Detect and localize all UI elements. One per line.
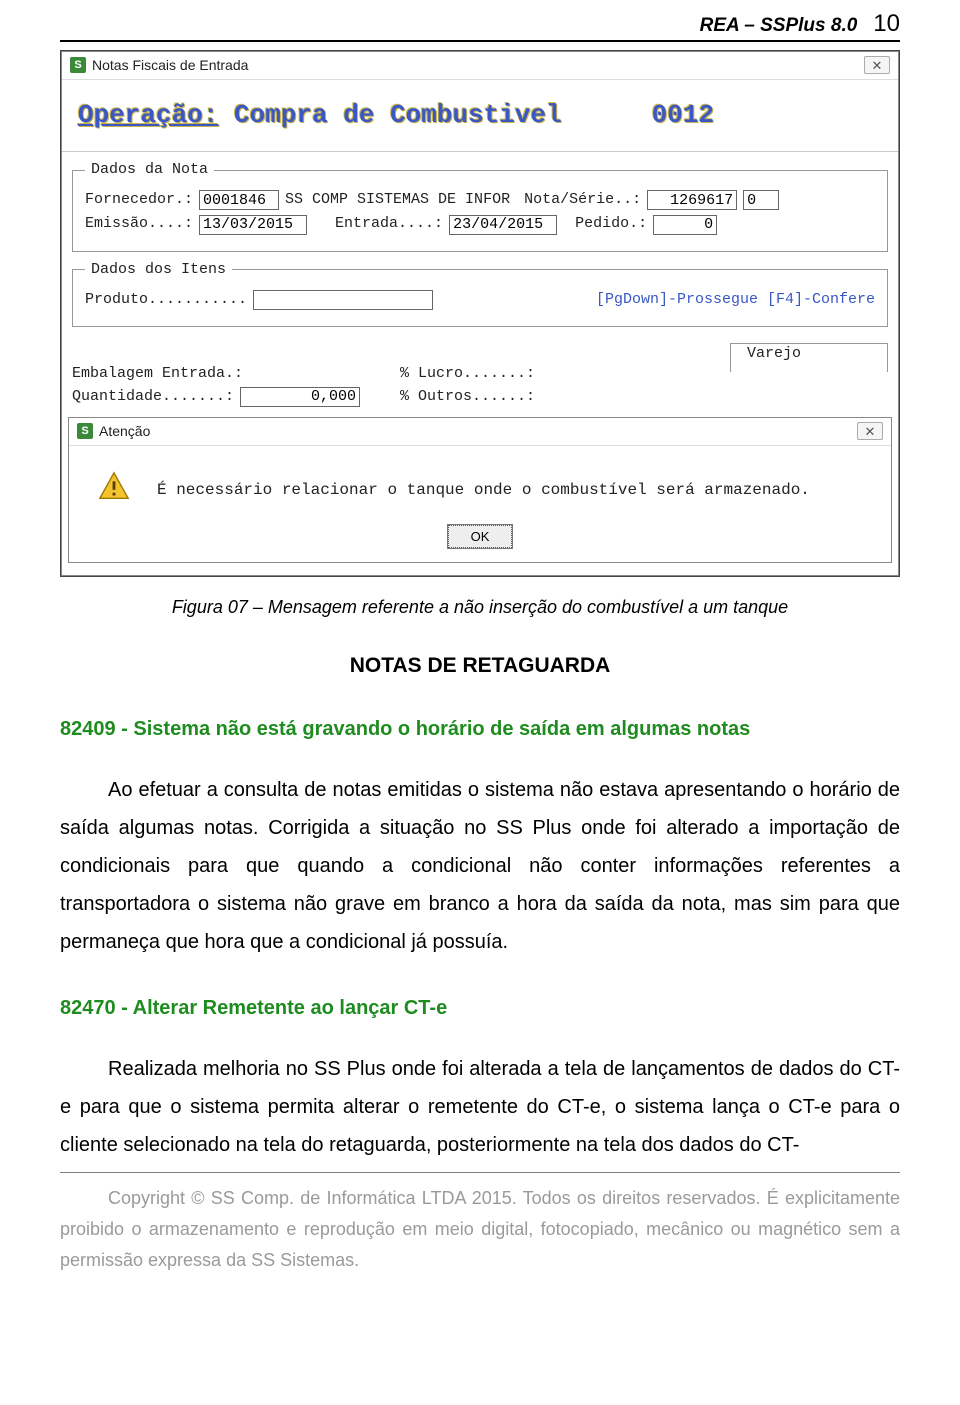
dados-itens-legend: Dados dos Itens xyxy=(85,260,232,280)
entrada-input[interactable] xyxy=(449,215,557,235)
ssplus-logo-icon: S xyxy=(77,423,93,439)
atencao-dialog: S Atenção ✕ É necessário relacionar o ta… xyxy=(68,417,892,563)
main-window: S Notas Fiscais de Entrada ✕ Operação: C… xyxy=(61,51,899,576)
produto-label: Produto........... xyxy=(85,290,247,310)
ok-button[interactable]: OK xyxy=(448,525,513,548)
section-title: NOTAS DE RETAGUARDA xyxy=(60,654,900,678)
dados-itens-group: Dados dos Itens Produto........... [PgDo… xyxy=(72,260,888,328)
item-82409-heading: 82409 - Sistema não está gravando o horá… xyxy=(60,718,900,741)
product-name: REA – SSPlus 8.0 xyxy=(700,15,858,37)
item-82470-body: Realizada melhoria no SS Plus onde foi a… xyxy=(60,1050,900,1164)
operation-label: Operação: xyxy=(78,100,218,130)
footer-copyright: Copyright © SS Comp. de Informática LTDA… xyxy=(60,1183,900,1275)
varejo-group-header: Varejo xyxy=(72,335,888,364)
operation-value: Compra de Combustivel xyxy=(234,100,562,130)
page-header: REA – SSPlus 8.0 10 xyxy=(60,10,900,38)
footer-rule xyxy=(60,1172,900,1173)
operation-code: 0012 xyxy=(652,98,714,133)
header-rule xyxy=(60,40,900,42)
nota-input[interactable] xyxy=(647,190,737,210)
dialog-title: Atenção xyxy=(99,422,150,441)
dialog-titlebar: S Atenção ✕ xyxy=(69,418,891,446)
fornecedor-name: SS COMP SISTEMAS DE INFOR xyxy=(285,190,510,210)
dados-nota-legend: Dados da Nota xyxy=(85,160,214,180)
item-82470-heading: 82470 - Alterar Remetente ao lançar CT-e xyxy=(60,997,900,1020)
figure-caption: Figura 07 – Mensagem referente a não ins… xyxy=(60,597,900,618)
close-icon[interactable]: ✕ xyxy=(864,56,890,74)
varejo-label: Varejo xyxy=(741,345,807,362)
emissao-input[interactable] xyxy=(199,215,307,235)
embalagem-label: Embalagem Entrada.: xyxy=(72,364,243,384)
quantidade-label: Quantidade.......: xyxy=(72,387,234,407)
warning-icon xyxy=(97,470,131,512)
pedido-input[interactable] xyxy=(653,215,717,235)
emissao-label: Emissão....: xyxy=(85,214,193,234)
main-titlebar: S Notas Fiscais de Entrada ✕ xyxy=(62,52,898,80)
ssplus-logo-icon: S xyxy=(70,57,86,73)
close-icon[interactable]: ✕ xyxy=(857,422,883,440)
produto-input[interactable] xyxy=(253,290,433,310)
item-82409-body: Ao efetuar a consulta de notas emitidas … xyxy=(60,771,900,961)
quantidade-input[interactable] xyxy=(240,387,360,407)
dados-nota-group: Dados da Nota Fornecedor.: SS COMP SISTE… xyxy=(72,160,888,252)
outros-label: % Outros......: xyxy=(400,387,535,407)
serie-input[interactable] xyxy=(743,190,779,210)
nota-serie-label: Nota/Série..: xyxy=(524,190,641,210)
pedido-label: Pedido.: xyxy=(575,214,647,234)
operation-banner: Operação: Compra de Combustivel 0012 xyxy=(62,80,898,152)
dialog-message: É necessário relacionar o tanque onde o … xyxy=(157,480,810,502)
itens-key-hints: [PgDown]-Prossegue [F4]-Confere xyxy=(596,290,875,310)
entrada-label: Entrada....: xyxy=(335,214,443,234)
fornecedor-code-input[interactable] xyxy=(199,190,279,210)
screenshot-container: S Notas Fiscais de Entrada ✕ Operação: C… xyxy=(60,50,900,577)
fornecedor-label: Fornecedor.: xyxy=(85,190,193,210)
main-window-title: Notas Fiscais de Entrada xyxy=(92,56,248,75)
lucro-label: % Lucro.......: xyxy=(400,364,535,384)
page-number: 10 xyxy=(873,10,900,38)
